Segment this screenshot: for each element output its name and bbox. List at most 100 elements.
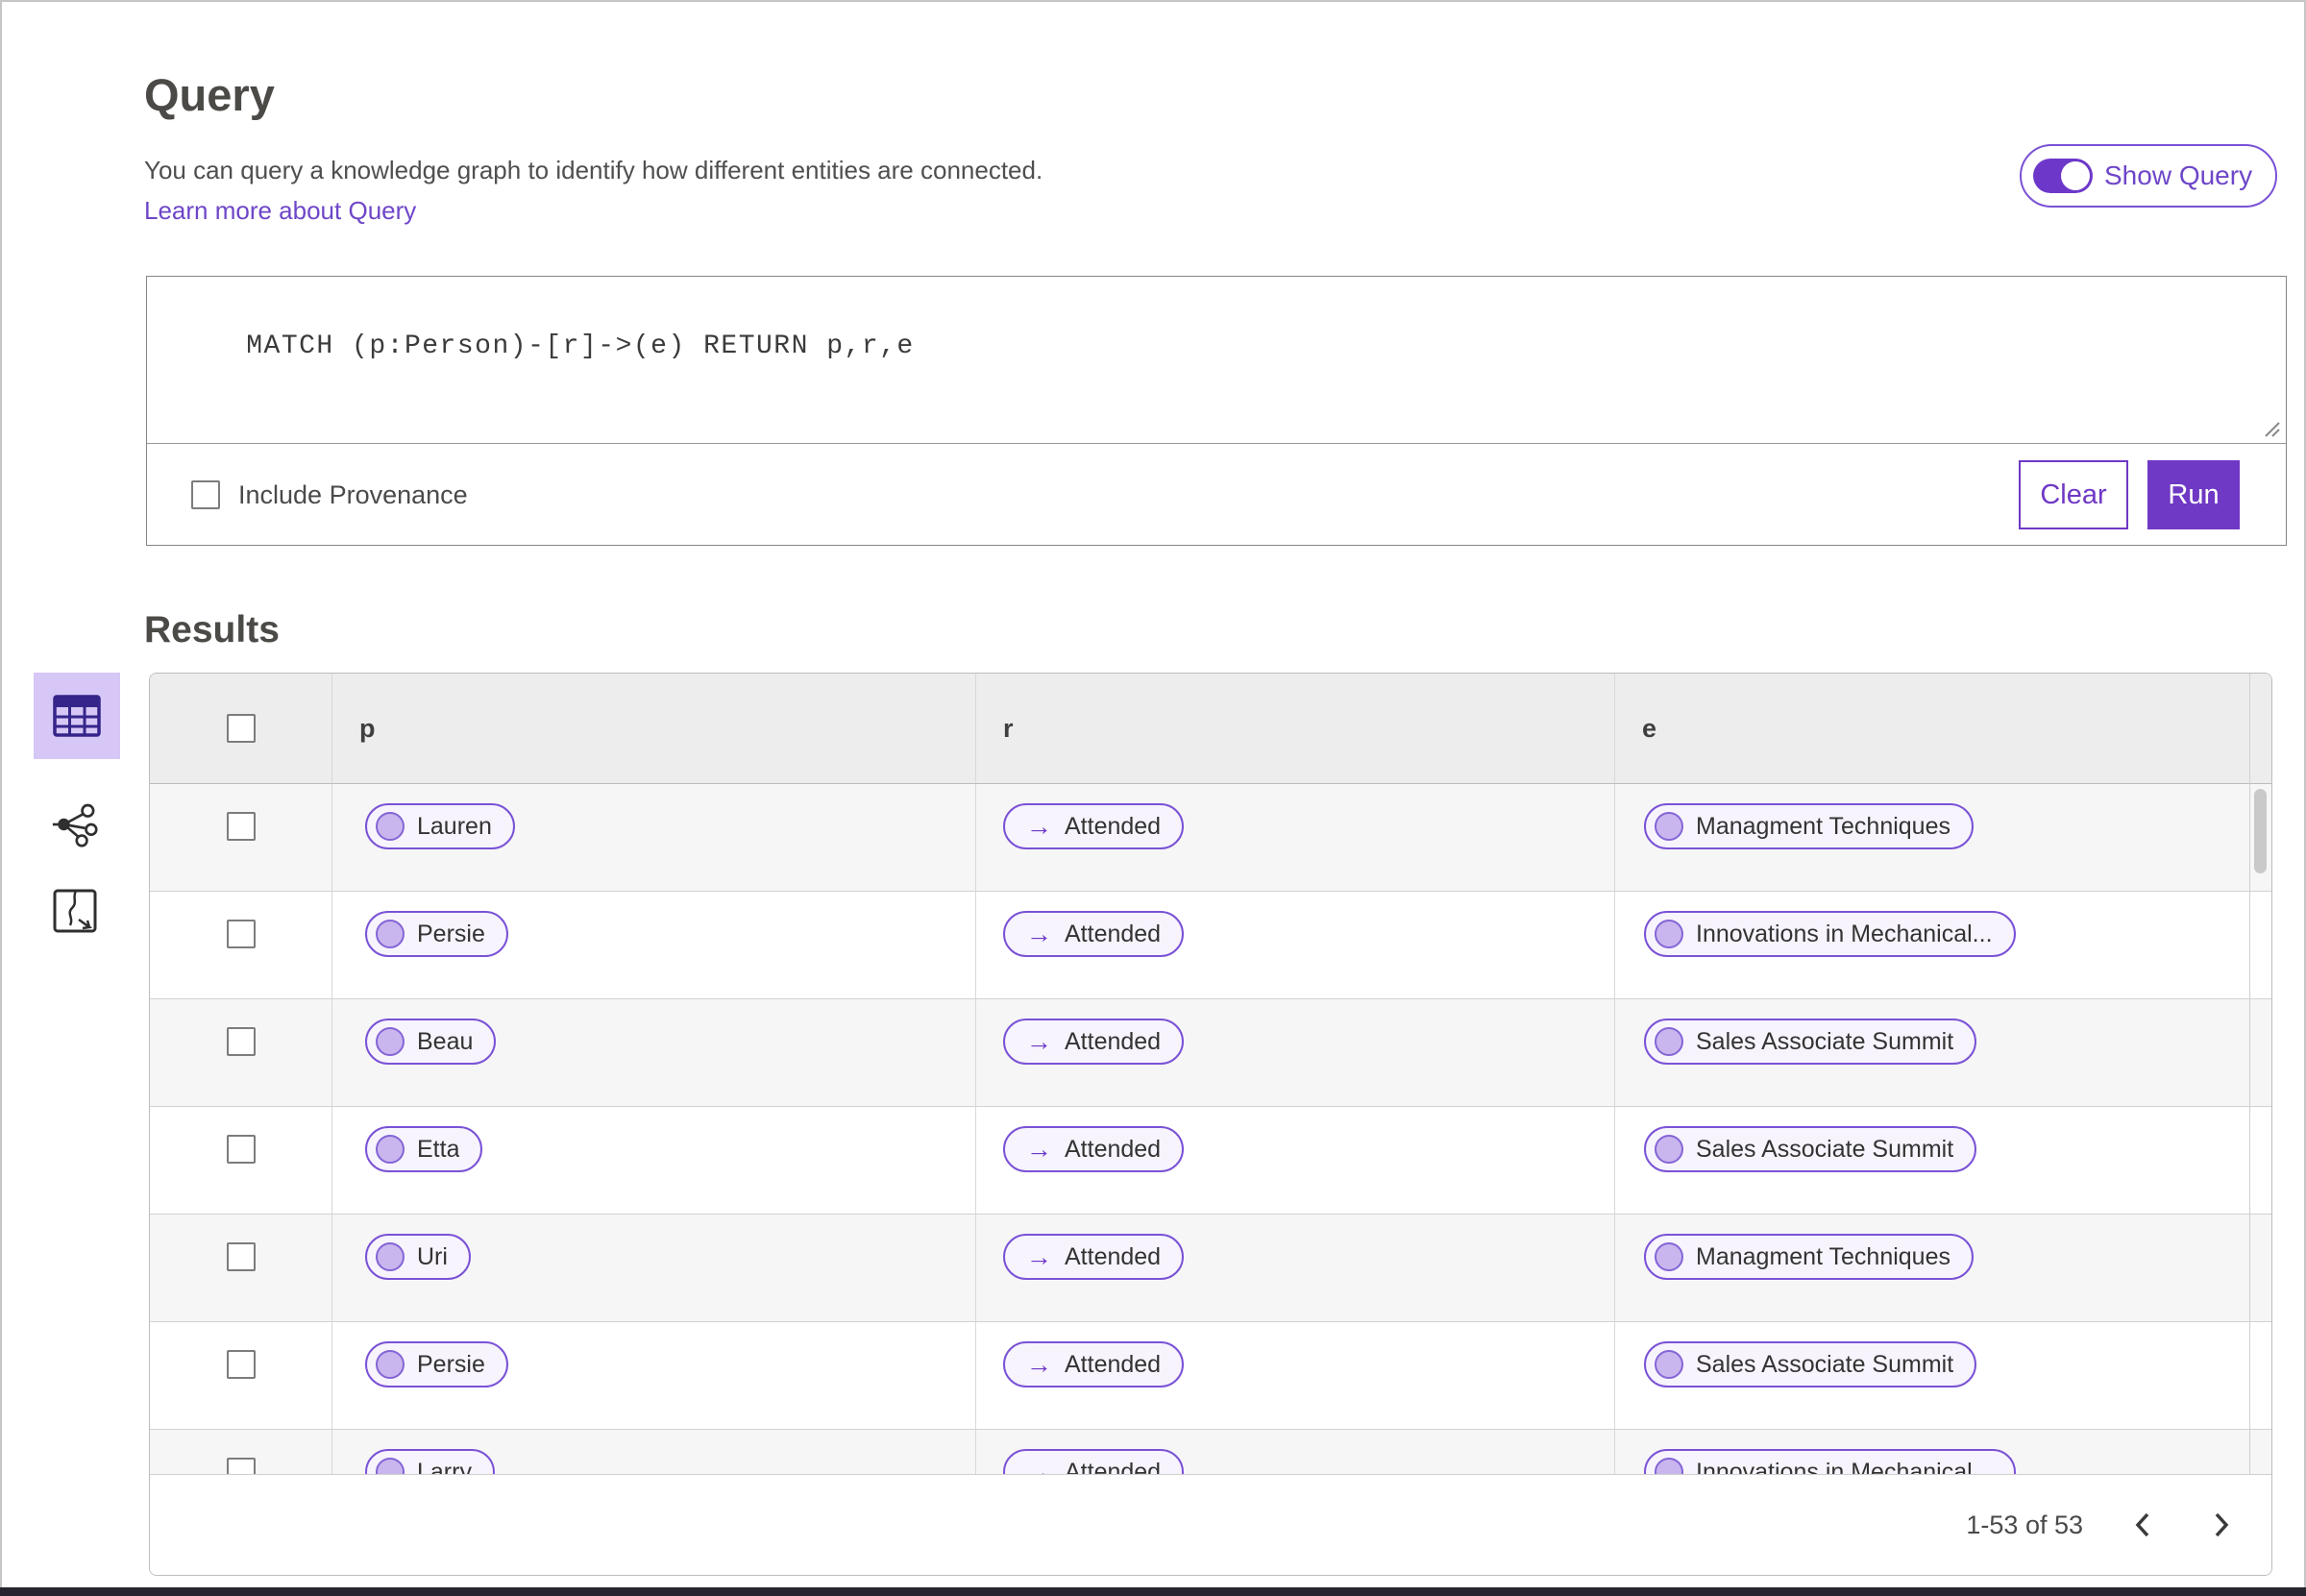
row-checkbox[interactable]	[226, 1135, 256, 1164]
relation-pill[interactable]: → Attended	[1003, 1234, 1185, 1280]
cell-e: Sales Associate Summit	[1615, 999, 2271, 1106]
row-checkbox-cell	[150, 1215, 332, 1321]
entity-pill[interactable]: Persie	[365, 911, 508, 957]
entity-pill[interactable]: Sales Associate Summit	[1644, 1341, 1977, 1387]
view-map-button[interactable]	[46, 882, 104, 940]
relation-arrow-icon: →	[1026, 1134, 1052, 1164]
view-graph-button[interactable]	[46, 796, 104, 853]
column-header-r: r	[976, 674, 1615, 783]
entity-node-icon	[376, 1027, 405, 1056]
results-heading: Results	[144, 609, 280, 651]
relation-arrow-icon: →	[1026, 1457, 1052, 1475]
select-all-checkbox[interactable]	[226, 714, 256, 743]
cell-p: Uri	[332, 1215, 976, 1321]
cell-e: Sales Associate Summit	[1615, 1322, 2271, 1429]
relation-pill[interactable]: → Attended	[1003, 1126, 1185, 1172]
row-checkbox[interactable]	[226, 1458, 256, 1475]
pill-label: Attended	[1065, 1458, 1162, 1476]
entity-pill[interactable]: Uri	[365, 1234, 471, 1280]
pill-label: Persie	[417, 920, 485, 947]
entity-pill[interactable]: Etta	[365, 1126, 483, 1172]
entity-pill[interactable]: Sales Associate Summit	[1644, 1126, 1977, 1172]
row-checkbox-cell	[150, 1107, 332, 1214]
row-checkbox[interactable]	[226, 812, 256, 841]
row-checkbox-cell	[150, 999, 332, 1106]
table-row: Persie → Attended Innovations in Mechanical…	[150, 892, 2271, 999]
row-checkbox-cell	[150, 1322, 332, 1429]
pagination-range: 1-53 of 53	[1966, 1510, 2083, 1539]
prev-page-button[interactable]	[2123, 1506, 2162, 1544]
relation-pill[interactable]: → Attended	[1003, 803, 1185, 849]
entity-pill[interactable]: Larry	[365, 1449, 495, 1475]
pill-label: Attended	[1065, 1135, 1162, 1163]
show-query-toggle[interactable]: Show Query	[2020, 144, 2278, 208]
next-page-button[interactable]	[2202, 1506, 2241, 1544]
relation-arrow-icon: →	[1026, 1241, 1052, 1271]
cell-p: Lauren	[332, 784, 976, 891]
entity-node-icon	[1655, 1458, 1683, 1475]
table-row: Lauren → Attended Managment Techniques	[150, 784, 2271, 892]
query-textarea[interactable]: MATCH (p:Person)-[r]->(e) RETURN p,r,e	[147, 277, 2286, 444]
row-checkbox[interactable]	[226, 1242, 256, 1271]
relation-pill[interactable]: → Attended	[1003, 911, 1185, 957]
pill-label: Attended	[1065, 1350, 1162, 1378]
entity-pill[interactable]: Lauren	[365, 803, 515, 849]
pill-label: Attended	[1065, 1242, 1162, 1270]
pill-label: Larry	[417, 1458, 472, 1476]
row-checkbox[interactable]	[226, 1350, 256, 1379]
results-table: p r e Lauren → Attended Managment Technique…	[149, 673, 2272, 1576]
run-button[interactable]: Run	[2147, 460, 2240, 529]
learn-more-link[interactable]: Learn more about Query	[144, 196, 416, 226]
relation-pill[interactable]: → Attended	[1003, 1019, 1185, 1065]
entity-node-icon	[1655, 1027, 1683, 1056]
relation-arrow-icon: →	[1026, 919, 1052, 948]
query-text: MATCH (p:Person)-[r]->(e) RETURN p,r,e	[246, 331, 915, 361]
table-row: Uri → Attended Managment Techniques	[150, 1215, 2271, 1322]
cell-r: → Attended	[976, 784, 1615, 891]
table-view-icon	[53, 695, 101, 737]
table-row: Larry → Attended Innovations in Mechanical.…	[150, 1430, 2271, 1475]
pill-label: Lauren	[417, 812, 492, 840]
show-query-label: Show Query	[2104, 160, 2253, 190]
entity-node-icon	[1655, 920, 1683, 948]
row-checkbox[interactable]	[226, 920, 256, 948]
view-table-button[interactable]	[34, 673, 120, 759]
entity-pill[interactable]: Managment Techniques	[1644, 803, 1974, 849]
cell-r: → Attended	[976, 1107, 1615, 1214]
table-footer: 1-53 of 53	[150, 1474, 2271, 1575]
clear-button[interactable]: Clear	[2019, 460, 2128, 529]
cell-p: Persie	[332, 892, 976, 998]
map-view-icon	[53, 889, 97, 933]
entity-node-icon	[1655, 1242, 1683, 1271]
entity-pill[interactable]: Innovations in Mechanical...	[1644, 911, 2016, 957]
include-provenance-label: Include Provenance	[238, 479, 468, 509]
pill-label: Etta	[417, 1135, 460, 1163]
chevron-right-icon	[2215, 1512, 2229, 1537]
cell-e: Managment Techniques	[1615, 1215, 2271, 1321]
relation-pill[interactable]: → Attended	[1003, 1341, 1185, 1387]
resize-handle-icon[interactable]	[2260, 417, 2281, 438]
entity-pill[interactable]: Persie	[365, 1341, 508, 1387]
row-checkbox-cell	[150, 1430, 332, 1475]
row-checkbox[interactable]	[226, 1027, 256, 1056]
toggle-knob	[2061, 161, 2090, 190]
entity-pill[interactable]: Managment Techniques	[1644, 1234, 1974, 1280]
relation-pill[interactable]: → Attended	[1003, 1449, 1185, 1476]
window-bottom-edge	[0, 1587, 2306, 1596]
include-provenance-checkbox[interactable]	[191, 480, 220, 509]
relation-arrow-icon: →	[1026, 1026, 1052, 1056]
table-scrollbar[interactable]	[2249, 674, 2271, 1474]
cell-e: Sales Associate Summit	[1615, 1107, 2271, 1214]
table-row: Beau → Attended Sales Associate Summit	[150, 999, 2271, 1107]
column-header-p: p	[332, 674, 976, 783]
toggle-switch[interactable]	[2033, 159, 2093, 193]
table-row: Etta → Attended Sales Associate Summit	[150, 1107, 2271, 1215]
scrollbar-thumb[interactable]	[2254, 789, 2267, 873]
entity-node-icon	[376, 1135, 405, 1164]
pill-label: Sales Associate Summit	[1696, 1027, 1954, 1055]
entity-pill[interactable]: Innovations in Mechanical...	[1644, 1449, 2016, 1475]
entity-pill[interactable]: Sales Associate Summit	[1644, 1019, 1977, 1065]
entity-node-icon	[1655, 1135, 1683, 1164]
entity-pill[interactable]: Beau	[365, 1019, 497, 1065]
entity-node-icon	[376, 1458, 405, 1475]
